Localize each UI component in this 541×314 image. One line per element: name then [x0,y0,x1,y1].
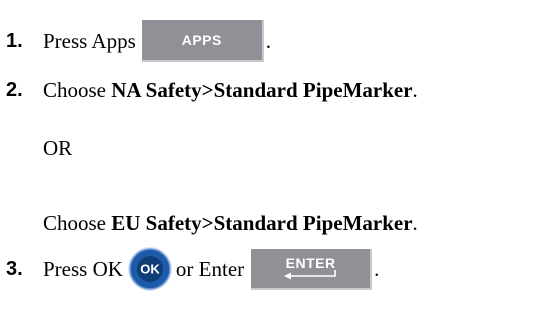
menu-path: NA Safety>Standard PipeMarker [111,78,413,102]
alt-choice: Choose EU Safety>Standard PipeMarker. [43,211,418,236]
apps-key-icon: APPS [141,20,264,62]
step-text: Choose NA Safety>Standard PipeMarker. [43,78,418,103]
step-number: 2. [6,79,23,101]
apps-key-label: APPS [181,32,222,48]
menu-path-alt: EU Safety>Standard PipeMarker [111,211,413,235]
step-suffix: . [265,28,272,53]
ok-label: OK [140,262,160,277]
enter-arrow-icon [283,270,336,280]
step-2: 2. Choose NA Safety>Standard PipeMarker. [6,78,418,103]
step-text: Press Apps [43,28,136,53]
alt-prefix: Choose [43,211,112,235]
step-suffix: . [412,78,418,102]
step-text: Press OK [43,256,123,281]
enter-key-icon: ENTER [251,248,373,290]
or-text: OR [43,136,73,160]
step-3: 3. Press OK OK or Enter ENTER . [6,246,379,292]
step-prefix: Choose [43,78,112,102]
step-1: 1. Press Apps APPS . [6,20,271,62]
step-number: 1. [6,29,23,52]
step-middle: or Enter [175,256,245,281]
ok-button-icon: OK [127,247,172,291]
enter-key-label: ENTER [285,255,336,271]
step-suffix: . [374,256,380,281]
alt-suffix: . [412,211,418,235]
step-number: 3. [6,257,23,280]
